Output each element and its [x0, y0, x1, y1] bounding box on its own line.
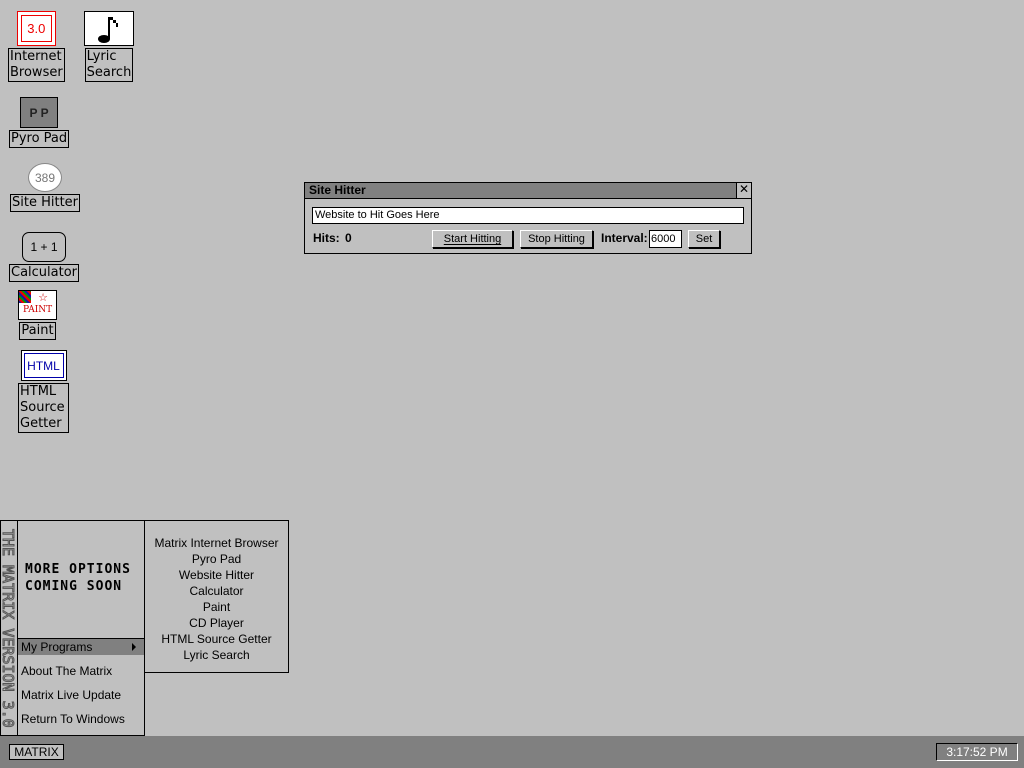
paint-icon: ☆ PAINT — [18, 290, 57, 320]
menu-item-label: My Programs — [21, 640, 93, 654]
desktop-icon-label: Site Hitter — [10, 194, 81, 212]
music-note-icon — [84, 11, 134, 46]
start-menu: THE MATRIX VERSION 3.0 MORE OPTIONS COMI… — [0, 520, 145, 736]
calculator-icon: 1 + 1 — [22, 232, 66, 262]
paint-icon-glyph: PAINT — [23, 305, 53, 315]
close-icon[interactable]: ✕ — [736, 183, 751, 198]
submenu-item-internet-browser[interactable]: Matrix Internet Browser — [145, 535, 288, 551]
matrix-start-button[interactable]: MATRIX — [9, 744, 64, 760]
hits-count: 0 — [345, 231, 352, 245]
desktop-icon-internet-browser[interactable]: 3.0 Internet Browser — [8, 11, 65, 82]
calculator-icon-glyph: 1 + 1 — [30, 240, 58, 254]
start-hitting-label: Start Hitting — [443, 233, 502, 245]
desktop-icon-site-hitter[interactable]: 389 Site Hitter — [10, 163, 81, 212]
menu-item-label: Return To Windows — [21, 712, 125, 726]
menu-item-my-programs[interactable]: My Programs — [18, 639, 144, 655]
browser-icon-glyph: 3.0 — [27, 21, 46, 36]
html-icon-glyph: HTML — [27, 358, 60, 373]
desktop-icon-label: Internet Browser — [8, 48, 65, 82]
website-url-input[interactable]: Website to Hit Goes Here — [312, 207, 744, 224]
desktop-icon-label: Lyric Search — [84, 48, 134, 82]
submenu-item-cd-player[interactable]: CD Player — [145, 615, 288, 631]
start-hitting-button[interactable]: Start Hitting — [432, 230, 513, 248]
pyro-pad-icon-glyph: P P — [29, 105, 49, 120]
browser-3.0-icon: 3.0 — [16, 11, 56, 46]
stop-hitting-label: Stop Hitting — [528, 233, 585, 245]
site-hitter-window: Site Hitter ✕ Website to Hit Goes Here H… — [304, 182, 752, 254]
hits-label: Hits: — [313, 231, 340, 245]
matrix-version-text: THE MATRIX VERSION 3.0 — [1, 529, 17, 729]
submenu-arrow-icon — [132, 643, 136, 651]
menu-item-live-update[interactable]: Matrix Live Update — [18, 687, 144, 703]
desktop-icon-label: HTML Source Getter — [18, 383, 69, 433]
submenu-item-html-source-getter[interactable]: HTML Source Getter — [145, 631, 288, 647]
desktop-icon-lyric-search[interactable]: Lyric Search — [84, 11, 134, 82]
desktop-icon-html-source-getter[interactable]: HTML HTML Source Getter — [18, 350, 69, 433]
my-programs-submenu: Matrix Internet Browser Pyro Pad Website… — [144, 520, 289, 673]
desktop-icon-paint[interactable]: ☆ PAINT Paint — [18, 290, 57, 340]
site-hitter-counter-icon: 389 — [28, 163, 62, 192]
menu-item-return-to-windows[interactable]: Return To Windows — [18, 711, 144, 727]
paint-star-icon: ☆ — [38, 292, 48, 304]
menu-item-label: Matrix Live Update — [21, 688, 122, 702]
taskbar: MATRIX 3:17:52 PM — [0, 736, 1024, 768]
desktop-icon-calculator[interactable]: 1 + 1 Calculator — [9, 232, 80, 282]
site-hitter-icon-glyph: 389 — [34, 170, 56, 185]
desktop-icon-pyro-pad[interactable]: P P Pyro Pad — [9, 97, 70, 148]
desktop-icon-label: Paint — [19, 322, 56, 340]
desktop-icon-label: Pyro Pad — [9, 130, 70, 148]
menu-item-label: About The Matrix — [21, 664, 113, 678]
interval-label: Interval: — [601, 231, 648, 245]
submenu-item-calculator[interactable]: Calculator — [145, 583, 288, 599]
window-title: Site Hitter — [309, 183, 366, 197]
set-label: Set — [695, 233, 713, 245]
title-bar[interactable]: Site Hitter ✕ — [305, 183, 751, 199]
stop-hitting-button[interactable]: Stop Hitting — [520, 230, 593, 248]
set-interval-button[interactable]: Set — [688, 230, 720, 248]
more-options-banner: MORE OPTIONS COMING SOON — [25, 562, 131, 594]
submenu-item-pyro-pad[interactable]: Pyro Pad — [145, 551, 288, 567]
html-icon: HTML — [20, 350, 67, 381]
submenu-item-website-hitter[interactable]: Website Hitter — [145, 567, 288, 583]
start-menu-side-banner: THE MATRIX VERSION 3.0 — [1, 521, 18, 735]
pyro-pad-icon: P P — [20, 97, 59, 128]
taskbar-clock: 3:17:52 PM — [936, 743, 1018, 761]
submenu-item-lyric-search[interactable]: Lyric Search — [145, 647, 288, 663]
interval-input[interactable]: 6000 — [649, 230, 682, 248]
menu-item-about[interactable]: About The Matrix — [18, 663, 144, 679]
desktop-icon-label: Calculator — [9, 264, 80, 282]
submenu-item-paint[interactable]: Paint — [145, 599, 288, 615]
